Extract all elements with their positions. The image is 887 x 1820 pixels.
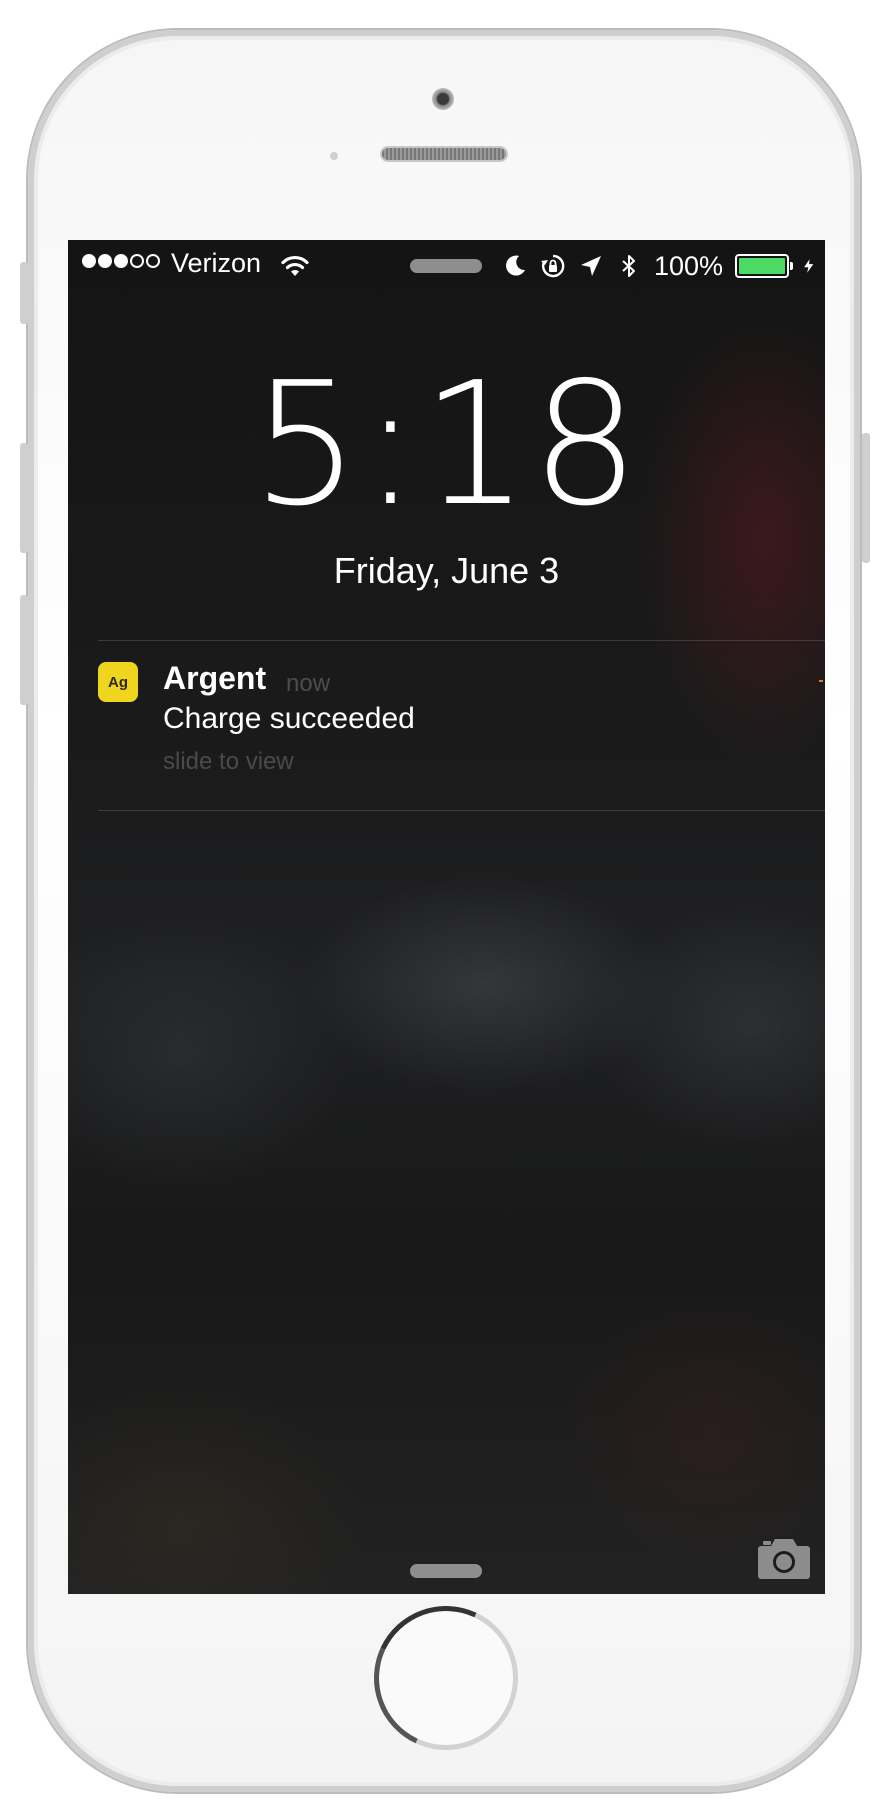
lock-screen-time: 5:18 [251, 346, 642, 544]
slide-to-view-hint[interactable]: slide to view [163, 748, 294, 776]
volume-down-button [20, 595, 28, 705]
battery-level-fill [739, 258, 785, 274]
notification-message: Charge succeeded [163, 702, 415, 735]
front-camera [432, 88, 454, 110]
signal-dot [98, 254, 112, 268]
location-arrow-icon [580, 256, 601, 276]
notification-bottom-divider [98, 810, 825, 811]
app-icon-label: Ag [108, 673, 128, 691]
carrier-name: Verizon [171, 248, 262, 278]
battery-terminal [790, 262, 793, 270]
argent-app-icon: Ag [98, 662, 138, 702]
notification-center-grabber[interactable] [410, 259, 482, 273]
lock-screen: Verizon 100% 5:18 Friday, June 3 Ag Arge… [68, 240, 825, 1594]
moon-icon [505, 255, 525, 276]
proximity-sensor [330, 152, 338, 160]
bluetooth-icon [622, 255, 635, 277]
signal-dot [130, 254, 144, 268]
wifi-icon [281, 255, 309, 276]
status-right-group: 100% [502, 248, 817, 284]
lock-screen-date: Friday, June 3 [333, 550, 560, 591]
battery-icon [735, 254, 793, 278]
home-button[interactable] [374, 1606, 518, 1750]
signal-dot [114, 254, 128, 268]
notification-card[interactable]: Ag Argent now Charge succeeded slide to … [98, 640, 825, 800]
signal-dot [146, 254, 160, 268]
power-button [862, 433, 870, 563]
signal-dot [82, 254, 96, 268]
control-center-grabber[interactable] [410, 1564, 482, 1578]
status-bar: Verizon 100% [68, 240, 825, 296]
camera-icon[interactable] [757, 1534, 811, 1580]
earpiece-speaker [380, 146, 508, 162]
notification-time: now [286, 670, 331, 697]
battery-percentage: 100% [653, 250, 723, 281]
notification-app-name: Argent [163, 660, 267, 696]
volume-up-button [20, 443, 28, 553]
signal-strength-indicator [82, 254, 160, 268]
rotation-lock-icon [540, 254, 565, 278]
mute-switch [20, 262, 28, 324]
charging-bolt-icon [804, 259, 814, 273]
